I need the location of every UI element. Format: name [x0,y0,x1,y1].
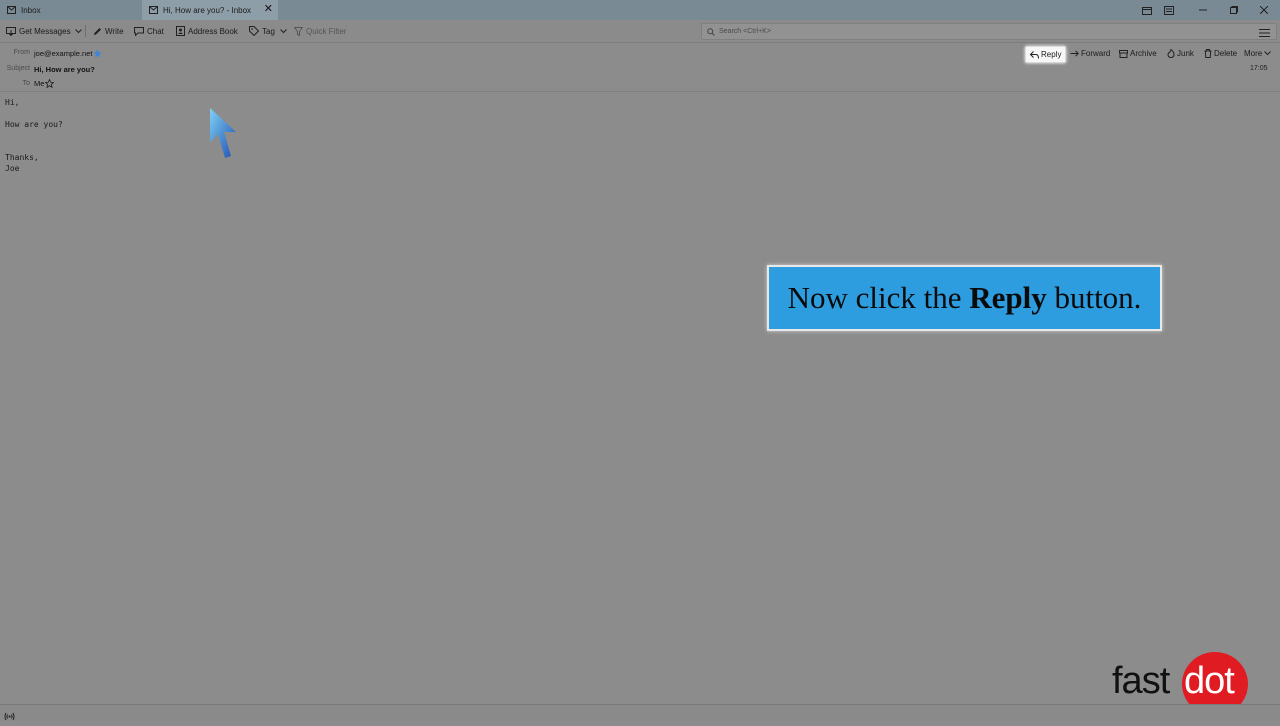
online-status-icon[interactable] [4,708,15,726]
get-messages-label: Get Messages [19,26,71,36]
archive-label: Archive [1130,49,1157,58]
forward-icon [1070,50,1079,57]
reply-icon [1030,50,1039,59]
filter-icon [293,26,303,36]
quick-filter-label: Quick Filter [306,26,347,36]
junk-flame-icon [1167,49,1175,58]
body-line [5,141,63,152]
callout-prefix: Now click the [787,280,970,315]
logo-text-fast: fast [1112,660,1170,702]
junk-label: Junk [1177,49,1194,58]
mail-icon [148,5,158,15]
tag-label: Tag [262,26,275,36]
tag-icon [249,26,259,36]
more-button[interactable]: More [1244,46,1273,61]
restore-icon[interactable] [1227,0,1241,20]
chevron-down-icon [1264,51,1272,56]
reply-button[interactable]: Reply [1025,46,1067,63]
tab-inbox[interactable]: Inbox [0,0,140,20]
tab-label: Hi, How are you? - Inbox [163,5,252,15]
chat-label: Chat [147,26,164,36]
junk-button[interactable]: Junk [1167,46,1194,61]
minimize-icon[interactable] [1196,0,1210,20]
reply-label: Reply [1041,50,1062,59]
body-line [5,130,63,141]
callout-suffix: button. [1046,280,1142,315]
tasks-icon[interactable] [1163,0,1175,20]
to-label: To [22,80,30,87]
tab-bar: Inbox Hi, How are you? - Inbox ✕ [0,0,1280,20]
body-line: Thanks, [5,153,39,162]
chevron-down-icon [73,26,83,36]
forward-label: Forward [1081,49,1111,58]
write-button[interactable]: Write [92,23,124,39]
calendar-icon[interactable] [1141,0,1153,20]
trash-icon [1204,49,1212,58]
subject-value: Hi, How are you? [34,65,95,74]
to-field[interactable]: Me [34,79,55,88]
from-label: From [13,49,30,56]
mouse-cursor-icon [208,106,242,167]
message-time: 17:05 [1250,65,1268,72]
archive-icon [1119,49,1128,58]
body-line: Hi, [5,98,20,107]
get-messages-button[interactable]: Get Messages [6,23,71,39]
close-window-icon[interactable] [1257,0,1271,20]
to-value: Me [34,79,45,88]
search-input[interactable]: Search <Ctrl+K> [701,23,1277,40]
message-body: Hi, How are you? Thanks, Joe [5,97,63,174]
close-tab-icon[interactable]: ✕ [264,4,273,15]
callout-bold: Reply [969,280,1047,315]
star-icon[interactable] [93,49,103,58]
chat-icon [134,26,144,36]
tab-message[interactable]: Hi, How are you? - Inbox ✕ [142,0,278,20]
chevron-down-icon [279,26,289,36]
from-field[interactable]: joe@example.net [34,49,103,58]
subject-label: Subject [6,65,30,72]
body-line: Joe [5,164,20,173]
address-book-icon [175,26,185,36]
toolbar: Get Messages Write Chat Address Book Tag [0,20,1280,43]
delete-label: Delete [1214,49,1238,58]
delete-button[interactable]: Delete [1204,46,1237,61]
quick-filter-button[interactable]: Quick Filter [293,23,346,39]
archive-button[interactable]: Archive [1119,46,1157,61]
address-book-label: Address Book [188,26,238,36]
tab-label: Inbox [21,5,41,15]
chat-button[interactable]: Chat [134,23,164,39]
mail-icon [6,5,16,15]
star-outline-icon[interactable] [45,79,55,88]
more-label: More [1244,49,1263,58]
write-label: Write [105,26,124,36]
address-book-button[interactable]: Address Book [175,23,238,39]
body-line: How are you? [5,120,63,129]
search-placeholder: Search <Ctrl+K> [719,28,771,35]
body-line [5,108,63,119]
forward-button[interactable]: Forward [1070,46,1110,61]
status-bar [0,704,1280,721]
pencil-icon [92,26,102,36]
from-value: joe@example.net [34,49,93,58]
tag-button[interactable]: Tag [249,23,292,39]
download-mail-icon [6,26,16,36]
toolbar-divider [85,25,86,37]
logo-text-dot: dot [1184,660,1235,702]
search-icon [707,27,715,36]
menu-icon[interactable] [1259,25,1271,37]
tutorial-callout: Now click the Reply button. [767,265,1162,331]
